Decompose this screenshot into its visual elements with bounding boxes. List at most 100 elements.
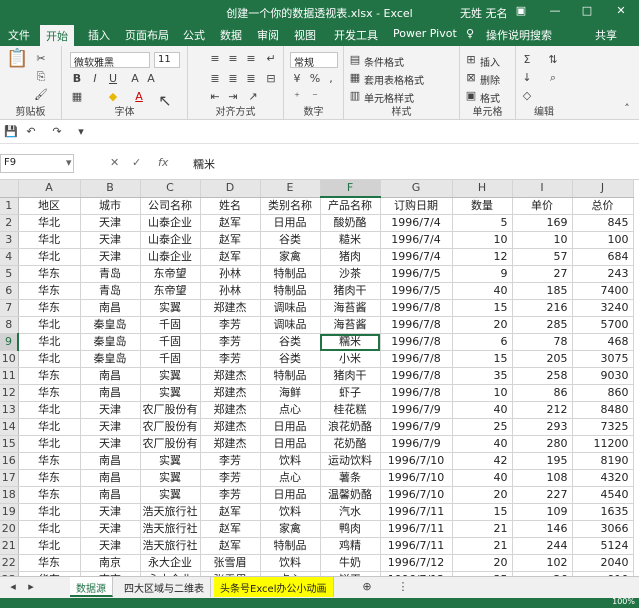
cell-d7[interactable]: 郑建杰 (200, 299, 261, 317)
cell-e4[interactable]: 家禽 (260, 248, 321, 266)
row-header[interactable]: 13 (0, 401, 19, 419)
row-header[interactable]: 15 (0, 435, 19, 453)
cell-g20[interactable]: 1996/7/11 (380, 520, 453, 538)
cell-f2[interactable]: 酸奶酪 (320, 214, 381, 232)
cell-g10[interactable]: 1996/7/8 (380, 350, 453, 368)
cell-g5[interactable]: 1996/7/5 (380, 265, 453, 283)
find-select-icon[interactable]: ⌕ (546, 71, 560, 85)
cell-g21[interactable]: 1996/7/11 (380, 537, 453, 555)
row-header[interactable]: 14 (0, 418, 19, 436)
percent-icon[interactable]: % (308, 72, 322, 86)
cell-b1[interactable]: 城市 (80, 197, 141, 215)
cell-d12[interactable]: 郑建杰 (200, 384, 261, 402)
cell-h9[interactable]: 6 (452, 333, 513, 351)
cell-d14[interactable]: 郑建杰 (200, 418, 261, 436)
cell-b17[interactable]: 南昌 (80, 469, 141, 487)
cell-h16[interactable]: 42 (452, 452, 513, 470)
cell-e8[interactable]: 调味品 (260, 316, 321, 334)
cell-i14[interactable]: 293 (512, 418, 573, 436)
cell-a20[interactable]: 华北 (18, 520, 81, 538)
cell-d5[interactable]: 孙林 (200, 265, 261, 283)
cell-e7[interactable]: 调味品 (260, 299, 321, 317)
cell-j10[interactable]: 3075 (572, 350, 634, 368)
row-header[interactable]: 12 (0, 384, 19, 402)
sheet-tab-regions[interactable]: 四大区域与二维表 (118, 577, 211, 597)
cell-a14[interactable]: 华北 (18, 418, 81, 436)
tab-power-pivot[interactable]: Power Pivot (393, 27, 457, 40)
cell-f9[interactable]: 糯米 (320, 333, 381, 351)
row-header[interactable]: 2 (0, 214, 19, 232)
cell-e12[interactable]: 海鲜 (260, 384, 321, 402)
sort-filter-icon[interactable]: ⇅ (546, 53, 560, 67)
cell-h15[interactable]: 40 (452, 435, 513, 453)
orientation-icon[interactable]: ↗ (246, 90, 260, 104)
tab-formulas[interactable]: 公式 (183, 27, 205, 43)
fill-icon[interactable]: ↓ (520, 71, 534, 85)
decrease-font-icon[interactable]: A (144, 72, 158, 86)
column-header-f[interactable]: F (320, 180, 381, 198)
cell-i6[interactable]: 185 (512, 282, 573, 300)
row-header[interactable]: 6 (0, 282, 19, 300)
cell-d2[interactable]: 赵军 (200, 214, 261, 232)
cell-i5[interactable]: 27 (512, 265, 573, 283)
cell-a6[interactable]: 华东 (18, 282, 81, 300)
cell-b6[interactable]: 青岛 (80, 282, 141, 300)
user-name[interactable]: 无姓 无名 (460, 5, 508, 21)
cell-i15[interactable]: 280 (512, 435, 573, 453)
cell-g18[interactable]: 1996/7/10 (380, 486, 453, 504)
cell-c1[interactable]: 公司名称 (140, 197, 201, 215)
cell-j4[interactable]: 684 (572, 248, 634, 266)
cell-j15[interactable]: 11200 (572, 435, 634, 453)
cell-e20[interactable]: 家禽 (260, 520, 321, 538)
row-header[interactable]: 5 (0, 265, 19, 283)
zoom-level[interactable]: 100% (612, 597, 635, 606)
cell-b7[interactable]: 南昌 (80, 299, 141, 317)
merge-center-icon[interactable]: ⊟ (264, 72, 278, 86)
insert-cells-button[interactable]: 插入 (480, 54, 500, 69)
cell-h14[interactable]: 25 (452, 418, 513, 436)
cell-a11[interactable]: 华东 (18, 367, 81, 385)
cell-d9[interactable]: 李芳 (200, 333, 261, 351)
sheet-tab-animation[interactable]: 头条号Excel办公小动画 (214, 577, 334, 597)
cell-c12[interactable]: 实翼 (140, 384, 201, 402)
cell-d8[interactable]: 李芳 (200, 316, 261, 334)
tab-file[interactable]: 文件 (8, 27, 30, 43)
cell-i18[interactable]: 227 (512, 486, 573, 504)
cell-j16[interactable]: 8190 (572, 452, 634, 470)
cell-c19[interactable]: 浩天旅行社 (140, 503, 201, 521)
cell-j12[interactable]: 860 (572, 384, 634, 402)
align-top-icon[interactable]: ≡ (208, 52, 222, 66)
cell-g15[interactable]: 1996/7/9 (380, 435, 453, 453)
cell-b2[interactable]: 天津 (80, 214, 141, 232)
cell-a1[interactable]: 地区 (18, 197, 81, 215)
cell-g14[interactable]: 1996/7/9 (380, 418, 453, 436)
cell-i10[interactable]: 205 (512, 350, 573, 368)
cell-f6[interactable]: 猪肉干 (320, 282, 381, 300)
cell-a17[interactable]: 华东 (18, 469, 81, 487)
cell-c9[interactable]: 千固 (140, 333, 201, 351)
cell-d4[interactable]: 赵军 (200, 248, 261, 266)
cell-j3[interactable]: 100 (572, 231, 634, 249)
cell-c2[interactable]: 山泰企业 (140, 214, 201, 232)
cell-j8[interactable]: 5700 (572, 316, 634, 334)
save-icon[interactable]: 💾 (4, 125, 18, 139)
insert-function-icon[interactable]: fx (158, 156, 168, 169)
tab-data[interactable]: 数据 (220, 27, 242, 43)
cell-j13[interactable]: 8480 (572, 401, 634, 419)
cell-j11[interactable]: 9030 (572, 367, 634, 385)
cell-g7[interactable]: 1996/7/8 (380, 299, 453, 317)
cell-f10[interactable]: 小米 (320, 350, 381, 368)
font-color-icon[interactable]: A (132, 90, 146, 104)
row-header[interactable]: 8 (0, 316, 19, 334)
cell-h19[interactable]: 15 (452, 503, 513, 521)
cell-e19[interactable]: 饮料 (260, 503, 321, 521)
cell-f13[interactable]: 桂花糕 (320, 401, 381, 419)
cell-i12[interactable]: 86 (512, 384, 573, 402)
cell-h6[interactable]: 40 (452, 282, 513, 300)
cell-h11[interactable]: 35 (452, 367, 513, 385)
cell-e18[interactable]: 日用品 (260, 486, 321, 504)
cell-d21[interactable]: 赵军 (200, 537, 261, 555)
comma-style-icon[interactable]: , (324, 72, 338, 86)
cell-d3[interactable]: 赵军 (200, 231, 261, 249)
cell-c20[interactable]: 浩天旅行社 (140, 520, 201, 538)
